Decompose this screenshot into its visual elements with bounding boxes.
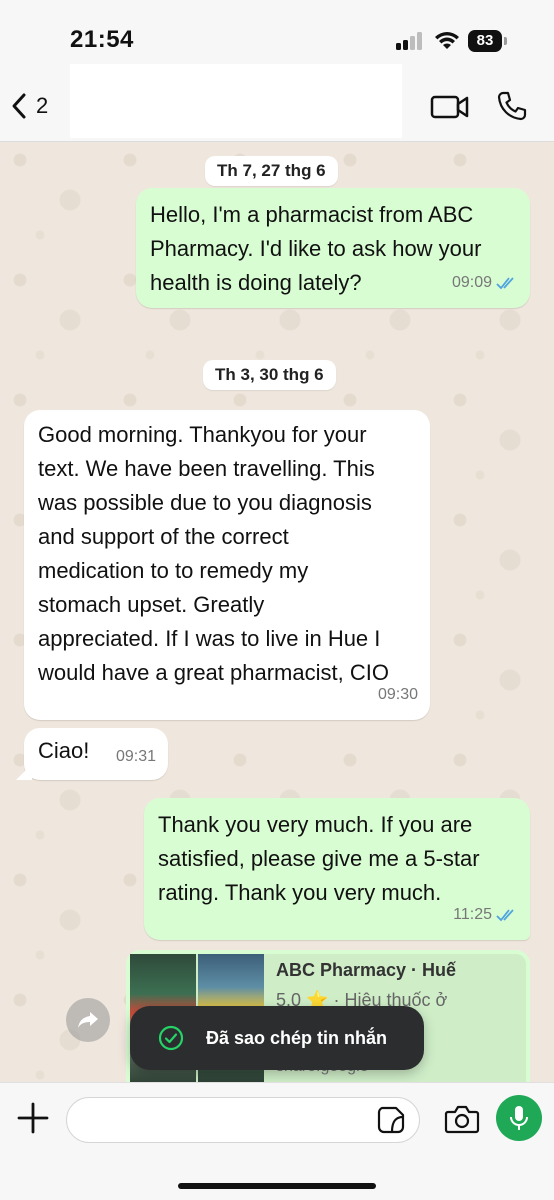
toast-text: Đã sao chép tin nhắn xyxy=(206,1027,388,1048)
camera-icon[interactable] xyxy=(444,1103,480,1135)
forward-button[interactable] xyxy=(66,998,110,1042)
message-meta: 09:30 xyxy=(378,678,418,712)
home-indicator xyxy=(178,1183,376,1189)
read-ticks-icon xyxy=(496,277,514,290)
plus-icon[interactable] xyxy=(16,1101,50,1135)
phone-call-icon[interactable] xyxy=(496,90,528,122)
battery-level: 83 xyxy=(468,30,502,52)
message-text: Good morning. Thankyou for your text. We… xyxy=(38,422,389,685)
chevron-left-icon xyxy=(12,93,26,119)
mic-button[interactable] xyxy=(496,1095,542,1141)
status-time: 21:54 xyxy=(70,26,134,53)
outgoing-message[interactable]: Thank you very much. If you are satisfie… xyxy=(144,798,530,940)
check-circle-icon xyxy=(158,1025,184,1051)
battery-icon: 83 xyxy=(468,30,508,52)
video-call-icon[interactable] xyxy=(430,92,470,122)
outgoing-message[interactable]: Hello, I'm a pharmacist from ABC Pharmac… xyxy=(136,188,530,308)
microphone-icon xyxy=(510,1106,528,1130)
message-text: Thank you very much. If you are satisfie… xyxy=(158,812,480,905)
back-button[interactable]: 2 xyxy=(10,88,48,124)
message-meta: 11:25 xyxy=(453,898,518,932)
message-time: 11:25 xyxy=(453,906,492,923)
message-time: 09:30 xyxy=(377,686,418,703)
date-chip: Th 7, 27 thg 6 xyxy=(205,156,338,186)
wifi-icon xyxy=(435,32,459,49)
read-ticks-icon xyxy=(496,909,514,922)
chat-header: 2 xyxy=(0,64,554,142)
date-chip: Th 3, 30 thg 6 xyxy=(203,360,336,390)
message-meta: 09:09 xyxy=(452,266,518,300)
status-bar: 21:54 83 xyxy=(0,0,554,70)
copied-toast: Đã sao chép tin nhắn xyxy=(130,1006,424,1070)
contact-info-redacted[interactable] xyxy=(70,64,402,138)
incoming-message[interactable]: Good morning. Thankyou for your text. We… xyxy=(24,410,430,720)
forward-arrow-icon xyxy=(78,1012,98,1028)
message-time: 09:09 xyxy=(451,274,492,291)
cellular-signal-icon xyxy=(396,32,424,50)
incoming-message[interactable]: Ciao! 09:31 xyxy=(16,728,168,780)
message-time: 09:31 xyxy=(115,748,156,765)
message-input[interactable] xyxy=(66,1097,420,1143)
message-meta: 09:31 xyxy=(116,740,156,774)
unread-count: 2 xyxy=(36,93,49,118)
composer-bar xyxy=(0,1082,554,1200)
link-title: ABC Pharmacy · Huế xyxy=(276,960,457,980)
sticker-icon[interactable] xyxy=(376,1105,406,1135)
